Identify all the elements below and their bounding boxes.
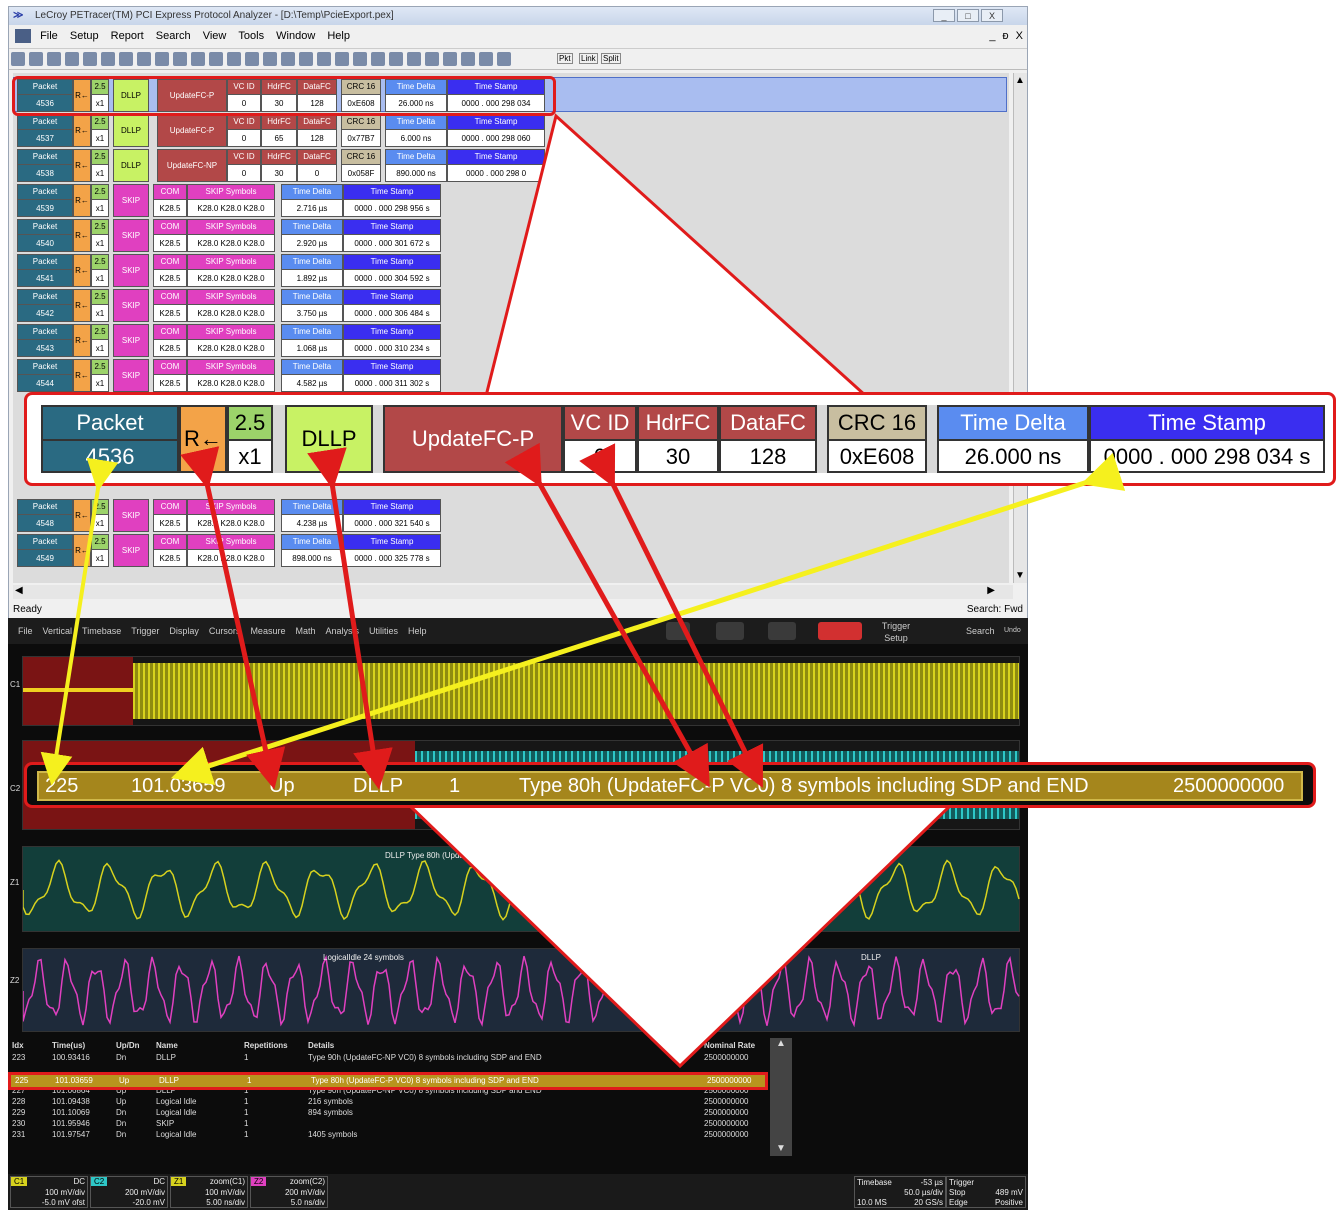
zoom-vcid-header: VC ID	[565, 407, 635, 441]
zoom-direction-cell: R←	[179, 405, 227, 473]
zoom-link-cell: 2.5 x1	[227, 405, 273, 473]
zoom-vcid-cell: VC ID 0	[563, 405, 637, 473]
decode-time: 101.03659	[131, 775, 226, 797]
zoomed-packet: Packet 4536 R← 2.5 x1 DLLP UpdateFC-P VC…	[41, 405, 1325, 473]
zoom-datafc-cell: DataFC 128	[719, 405, 817, 473]
decode-name: DLLP	[353, 775, 404, 797]
zoom-dllp-cell: DLLP	[285, 405, 373, 473]
zoomed-decode-callout: 225 101.03659 Up DLLP 1 Type 80h (Update…	[24, 762, 1316, 808]
zoom-type-cell: UpdateFC-P	[383, 405, 563, 473]
zoom-vcid-value: 0	[565, 441, 635, 471]
zoom-packet-label: Packet	[43, 407, 177, 441]
zoom-packet-cell[interactable]: Packet 4536	[41, 405, 179, 473]
decode-rate: 2500000000	[1173, 775, 1285, 797]
zoom-timestamp-cell: Time Stamp 0000 . 000 298 034 s	[1089, 405, 1325, 473]
zoom-packet-number: 4536	[85, 444, 135, 469]
zoom-timedelta-cell: Time Delta 26.000 ns	[937, 405, 1089, 473]
zoom-crc-value: 0xE608	[829, 441, 925, 471]
zoom-timestamp-header: Time Stamp	[1091, 407, 1323, 441]
zoom-hdrfc-header: HdrFC	[639, 407, 717, 441]
zoom-timestamp-value: 0000 . 000 298 034 s	[1091, 441, 1323, 471]
decode-idx: 225	[45, 775, 79, 797]
zoomed-packet-callout: Packet 4536 R← 2.5 x1 DLLP UpdateFC-P VC…	[24, 392, 1336, 486]
zoom-callout-triangle	[484, 113, 870, 398]
zoom-speed: 2.5	[229, 407, 271, 441]
callout-overlay	[406, 113, 954, 1069]
decode-dir: Up	[269, 775, 295, 797]
zoom-crc-cell: CRC 16 0xE608	[827, 405, 927, 473]
zoom-crc-header: CRC 16	[829, 407, 925, 441]
zoomed-decode-row: 225 101.03659 Up DLLP 1 Type 80h (Update…	[37, 771, 1303, 801]
decode-callout-triangle	[406, 804, 954, 1069]
zoom-datafc-header: DataFC	[721, 407, 815, 441]
zoom-hdrfc-value: 30	[639, 441, 717, 471]
zoom-hdrfc-cell: HdrFC 30	[637, 405, 719, 473]
decode-details: Type 80h (UpdateFC-P VC0) 8 symbols incl…	[519, 775, 1089, 797]
zoom-timedelta-value: 26.000 ns	[939, 441, 1087, 471]
zoom-timedelta-header: Time Delta	[939, 407, 1087, 441]
zoom-width: x1	[229, 441, 271, 471]
zoom-datafc-value: 128	[721, 441, 815, 471]
decode-rep: 1	[449, 775, 461, 797]
